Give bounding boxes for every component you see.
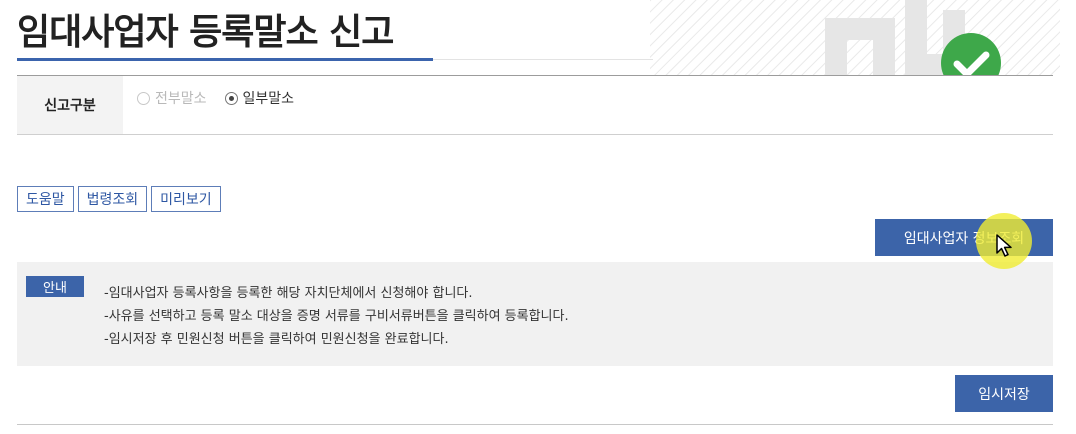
- radio-full-cancel[interactable]: 전부말소: [137, 88, 207, 108]
- notice-lines: -임대사업자 등록사항을 등록한 해당 자치단체에서 신청해야 합니다. -사유…: [104, 282, 569, 351]
- notice-box: 안내 -임대사업자 등록사항을 등록한 해당 자치단체에서 신청해야 합니다. …: [17, 262, 1053, 366]
- check-circle-icon: [941, 33, 1001, 76]
- notice-line: -사유를 선택하고 등록 말소 대상을 증명 서류를 구비서류버튼을 클릭하여 …: [104, 309, 569, 324]
- title-divider: [433, 59, 653, 60]
- banner-decoration: [650, 0, 1060, 76]
- temp-save-button[interactable]: 임시저장: [955, 375, 1053, 412]
- report-type-label: 신고구분: [17, 76, 123, 134]
- radio-label: 일부말소: [242, 91, 295, 107]
- preview-button[interactable]: 미리보기: [151, 186, 221, 212]
- radio-circle[interactable]: [137, 91, 150, 105]
- notice-line: -임시저장 후 민원신청 버튼을 클릭하여 민원신청을 완료합니다.: [104, 332, 449, 347]
- radio-partial-cancel[interactable]: 일부말소: [224, 88, 295, 108]
- notice-line: -임대사업자 등록사항을 등록한 해당 자치단체에서 신청해야 합니다.: [104, 286, 473, 301]
- report-type-radio-group: 전부말소 일부말소: [137, 76, 312, 134]
- landlord-info-lookup-button[interactable]: 임대사업자 정보조회: [875, 219, 1053, 256]
- report-type-row: 신고구분 전부말소 일부말소: [17, 76, 1053, 135]
- notice-badge: 안내: [26, 276, 84, 297]
- page-title: 임대사업자 등록말소 신고: [17, 12, 394, 53]
- radio-circle[interactable]: [224, 91, 238, 105]
- utility-toolbar: 도움말 법령조회 미리보기: [17, 186, 225, 212]
- bottom-divider: [17, 424, 1053, 425]
- radio-label: 전부말소: [155, 91, 207, 107]
- help-button[interactable]: 도움말: [17, 186, 74, 212]
- law-lookup-button[interactable]: 법령조회: [77, 186, 148, 212]
- title-underline: [17, 58, 433, 61]
